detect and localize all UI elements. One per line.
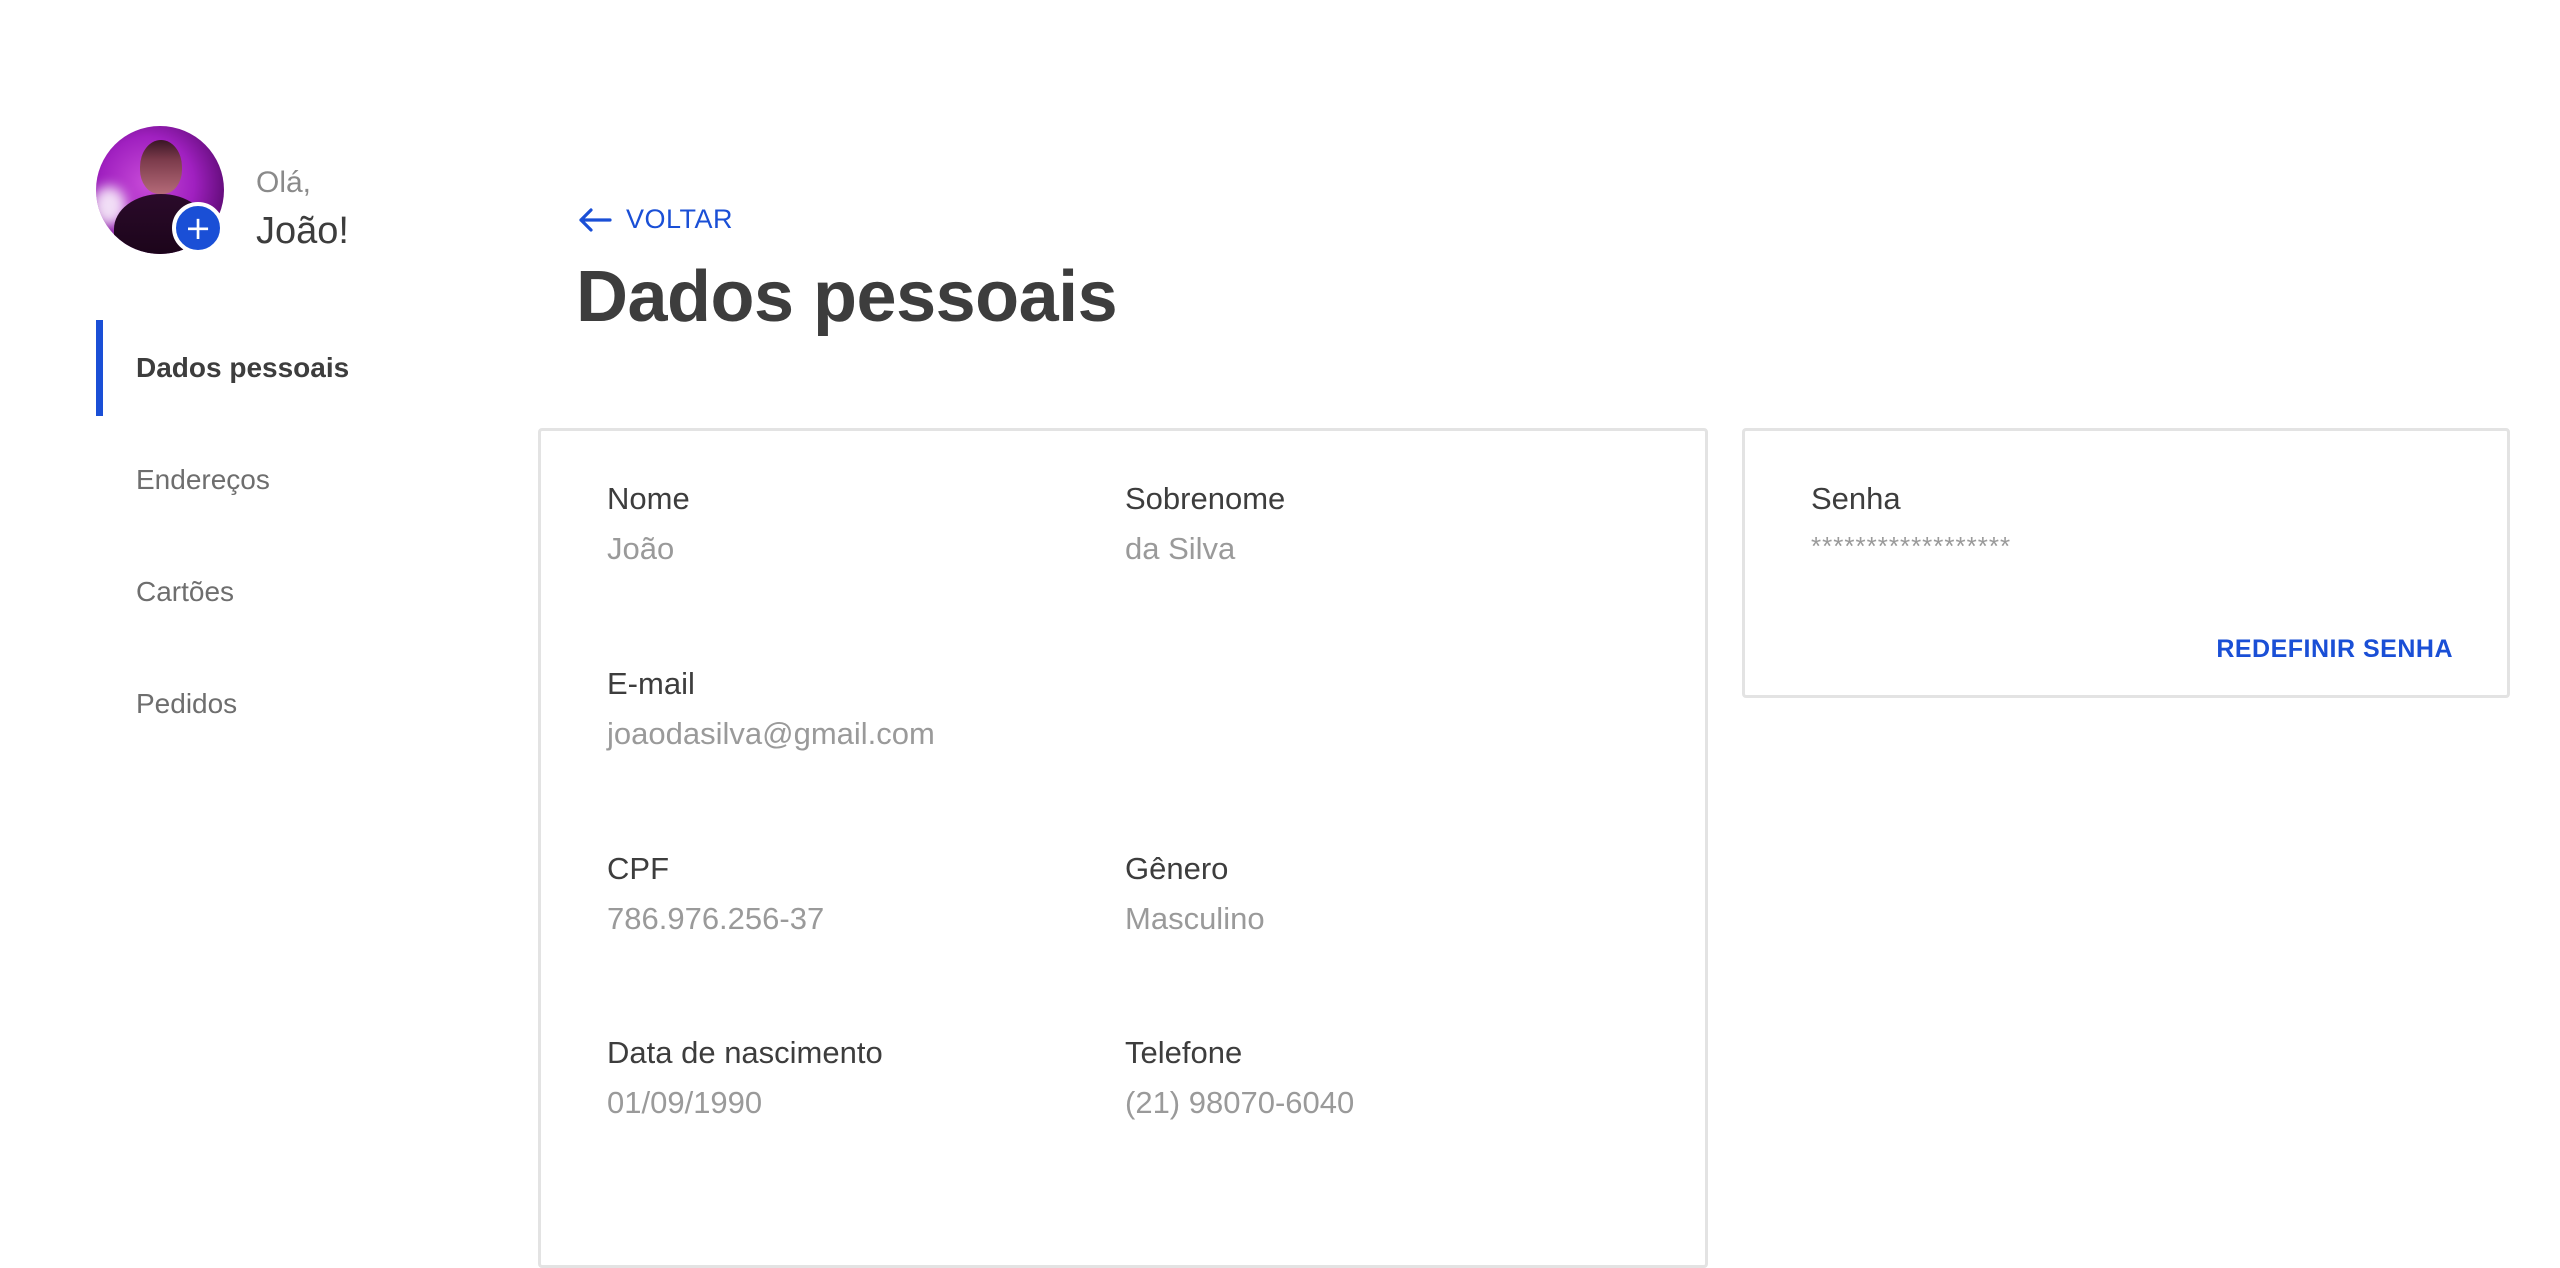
field-label: Nome <box>607 481 690 516</box>
profile-header: + Olá, João! <box>96 126 496 258</box>
sidebar-nav: Dados pessoais Endereços Cartões Pedidos <box>96 320 496 768</box>
field-label: CPF <box>607 851 669 886</box>
sidebar-item-label: Endereços <box>136 464 270 495</box>
field-value: Masculino <box>1125 901 1265 936</box>
sidebar-item-pedidos[interactable]: Pedidos <box>96 656 496 752</box>
avatar-photo-head <box>140 140 182 194</box>
field-label: Gênero <box>1125 851 1229 886</box>
page-title: Dados pessoais <box>576 257 1118 337</box>
field-value: (21) 98070-6040 <box>1125 1085 1355 1120</box>
password-field: Senha ****************** <box>1811 481 2011 562</box>
gender-field: Gênero Masculino <box>1125 851 1265 937</box>
password-mask: ****************** <box>1811 531 2012 561</box>
sidebar-item-label: Pedidos <box>136 688 238 719</box>
cpf-field: CPF 786.976.256-37 <box>607 851 824 937</box>
first-name-field: Nome João <box>607 481 690 567</box>
back-label: VOLTAR <box>626 204 734 234</box>
field-value: da Silva <box>1125 531 1236 566</box>
user-name: João! <box>256 210 349 252</box>
add-photo-button[interactable]: + <box>172 202 224 254</box>
sidebar-item-cartoes[interactable]: Cartões <box>96 544 496 640</box>
field-label: Data de nascimento <box>607 1035 883 1070</box>
sidebar-item-label: Dados pessoais <box>136 352 350 383</box>
field-value: João <box>607 531 675 566</box>
phone-field: Telefone (21) 98070-6040 <box>1125 1035 1354 1121</box>
field-value: joaodasilva@gmail.com <box>607 716 935 751</box>
field-label: Sobrenome <box>1125 481 1286 516</box>
sidebar-item-dados-pessoais[interactable]: Dados pessoais <box>96 320 496 416</box>
reset-password-button[interactable]: REDEFINIR SENHA <box>2216 635 2453 664</box>
password-card: Senha ****************** REDEFINIR SENHA <box>1742 428 2510 698</box>
sidebar-item-enderecos[interactable]: Endereços <box>96 432 496 528</box>
field-value: 01/09/1990 <box>607 1085 763 1120</box>
field-label: Senha <box>1811 481 1901 516</box>
field-value: 786.976.256-37 <box>607 901 825 936</box>
birth-date-field: Data de nascimento 01/09/1990 <box>607 1035 883 1121</box>
greeting-text: Olá, <box>256 166 312 199</box>
sidebar-item-label: Cartões <box>136 576 235 607</box>
back-link[interactable]: VOLTAR <box>578 204 733 235</box>
field-label: E-mail <box>607 666 695 701</box>
email-field: E-mail joaodasilva@gmail.com <box>607 666 935 752</box>
personal-data-card: Nome João Sobrenome da Silva E-mail joao… <box>538 428 1708 1268</box>
field-label: Telefone <box>1125 1035 1243 1070</box>
sidebar: + Olá, João! Dados pessoais Endereços Ca… <box>0 0 540 1248</box>
arrow-left-icon <box>579 207 612 232</box>
plus-icon: + <box>184 209 212 247</box>
last-name-field: Sobrenome da Silva <box>1125 481 1285 567</box>
